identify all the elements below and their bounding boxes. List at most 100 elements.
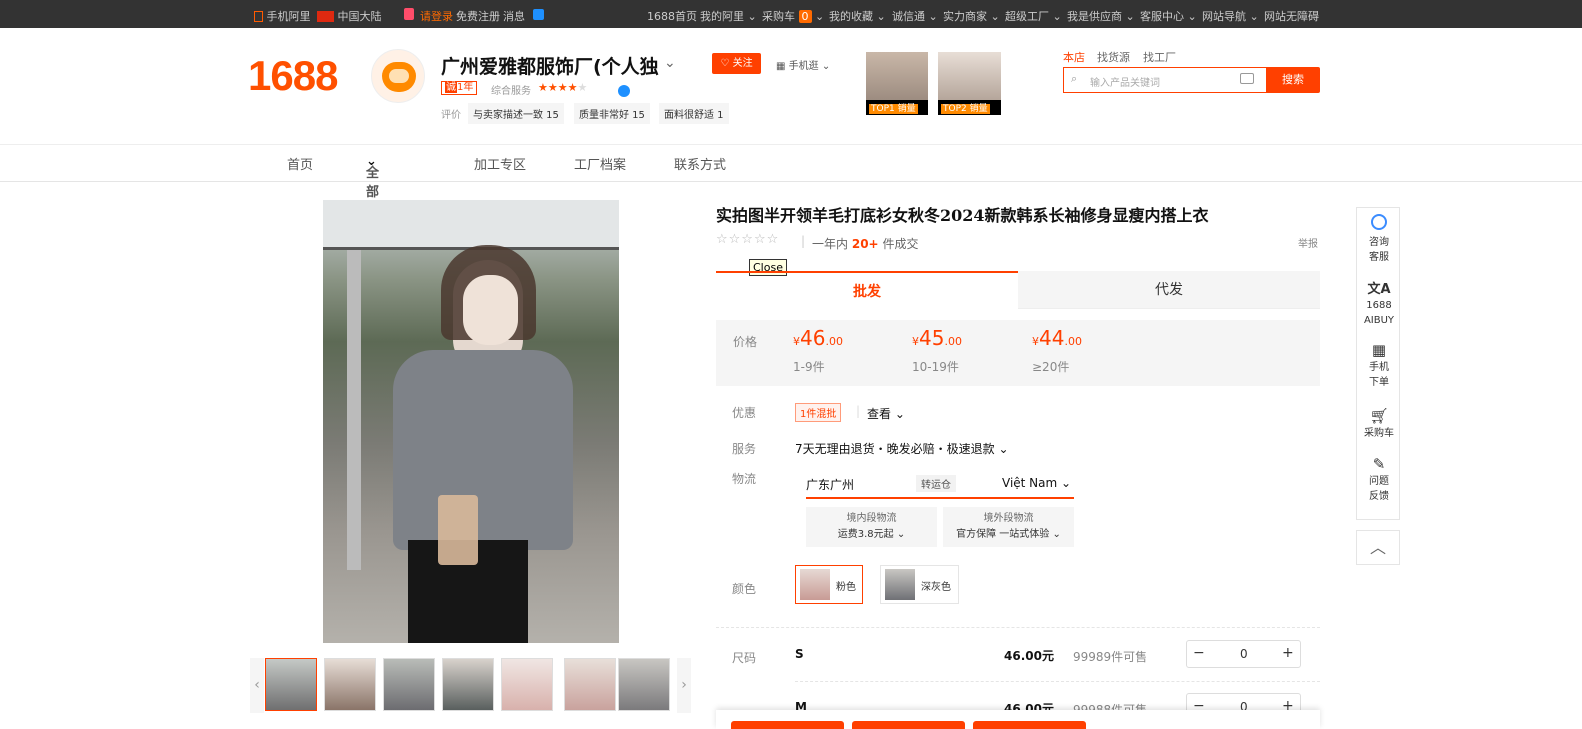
- my-alibaba-link[interactable]: 我的阿里 ⌄: [700, 8, 757, 24]
- size-label: 尺码: [732, 651, 757, 665]
- thumbnail-image[interactable]: [501, 658, 553, 711]
- price-range: 10-19件: [912, 360, 959, 374]
- cart-link[interactable]: 采购车 0 ⌄: [762, 8, 824, 24]
- search-button[interactable]: 搜索: [1266, 67, 1320, 93]
- customer-service-button[interactable]: 咨询客服: [1357, 214, 1401, 265]
- nav-processing[interactable]: 加工专区: [474, 154, 526, 173]
- qr-code-icon: ▦: [1371, 341, 1387, 359]
- follow-button[interactable]: ♡ 关注: [712, 53, 761, 74]
- tab-dropship[interactable]: 代发: [1018, 271, 1320, 309]
- quantity-value[interactable]: 0: [1240, 647, 1248, 661]
- tab-wholesale[interactable]: 批发: [716, 271, 1018, 309]
- service-text[interactable]: 7天无理由退货・晚发必赔・极速退款 ⌄: [795, 440, 1009, 457]
- feedback-button[interactable]: ✎ 问题反馈: [1357, 457, 1401, 504]
- divider: |: [856, 404, 861, 418]
- color-option-pink[interactable]: 粉色: [795, 565, 863, 604]
- thumbnail-image[interactable]: [265, 658, 317, 711]
- review-label: 评价: [441, 110, 461, 121]
- action-button[interactable]: [731, 721, 844, 729]
- shop-header: 1688 广州爱雅都服饰厂(个人独 ⌄ 诚1年 综合服务 ★★★★★ 评价 与卖…: [0, 28, 1582, 145]
- price-tier: ¥44.00: [1032, 326, 1082, 350]
- report-link[interactable]: 举报: [1298, 235, 1318, 250]
- promo-label: 优惠: [732, 406, 757, 420]
- thumbnail-image[interactable]: [442, 658, 494, 711]
- chengxintong-link[interactable]: 诚信通 ⌄: [892, 8, 938, 24]
- mobile-browse-link[interactable]: ▦ 手机逛 ⌄: [776, 57, 830, 72]
- top-product-image[interactable]: TOP2 销量: [938, 52, 1001, 115]
- chat-icon: [533, 9, 544, 20]
- shop-nav: 首页 全部商品 ⌄ 加工专区 工厂档案 联系方式: [0, 146, 1582, 238]
- price-tier: ¥45.00: [912, 326, 962, 350]
- thumbnail-image[interactable]: [383, 658, 435, 711]
- site-logo[interactable]: 1688: [248, 52, 338, 100]
- years-badge: 诚1年: [441, 81, 478, 95]
- product-main-image[interactable]: [323, 200, 619, 643]
- action-button[interactable]: [973, 721, 1086, 729]
- domestic-shipping[interactable]: 境内段物流 运费3.8元起 ⌄: [806, 507, 937, 547]
- thumbnail-image[interactable]: [564, 658, 616, 711]
- ship-to-selector[interactable]: Việt Nam ⌄: [1002, 476, 1071, 490]
- search-input[interactable]: ⌕ 输入产品关键词: [1063, 67, 1266, 93]
- logistics-label: 物流: [732, 472, 757, 486]
- price-label: 价格: [733, 335, 758, 349]
- nav-home[interactable]: 首页: [287, 154, 313, 173]
- search-tab-source[interactable]: 找货源: [1097, 49, 1130, 65]
- color-option-dark-grey[interactable]: 深灰色: [880, 565, 959, 604]
- plus-icon[interactable]: +: [1282, 645, 1294, 661]
- rating-stars: ☆☆☆☆☆: [716, 232, 780, 247]
- cart-icon: 🛒︎: [1369, 407, 1389, 425]
- super-factory-link[interactable]: 超级工厂 ⌄: [1005, 8, 1062, 24]
- shop-name[interactable]: 广州爱雅都服饰厂(个人独: [441, 52, 659, 79]
- logistics-route: 广东广州 转运仓 Việt Nam ⌄: [806, 474, 1074, 499]
- shop-avatar[interactable]: [371, 49, 425, 103]
- translate-icon: 文A: [1367, 282, 1391, 297]
- price-range: ≥20件: [1032, 360, 1070, 374]
- login-link[interactable]: 请登录: [420, 8, 453, 24]
- service-center-link[interactable]: 客服中心 ⌄: [1140, 8, 1197, 24]
- edit-icon: ✎: [1372, 455, 1386, 473]
- overseas-shipping[interactable]: 境外段物流 官方保障 一站式体验 ⌄: [943, 507, 1074, 547]
- top-bar: 手机阿里 中国大陆 请登录 免费注册 消息 1688首页 我的阿里 ⌄ 采购车 …: [0, 0, 1582, 28]
- product-title: 实拍图半开领羊毛打底衫女秋冬2024新款韩系长袖修身显瘦内搭上衣: [716, 206, 1209, 225]
- mobile-order-button[interactable]: ▦ 手机下单: [1357, 343, 1401, 390]
- chevron-down-icon[interactable]: ⌄: [664, 55, 676, 71]
- nav-all-products[interactable]: 全部商品 ⌄: [366, 154, 379, 238]
- search-tab-factory[interactable]: 找工厂: [1143, 49, 1176, 65]
- nav-contact[interactable]: 联系方式: [674, 154, 726, 173]
- thumbnail-strip: ‹ ›: [250, 658, 692, 713]
- nav-factory-profile[interactable]: 工厂档案: [574, 154, 626, 173]
- price-tier: ¥46.00: [793, 326, 843, 350]
- favorites-link[interactable]: 我的收藏 ⌄: [829, 8, 886, 24]
- action-button[interactable]: [852, 721, 965, 729]
- site-nav-link[interactable]: 网站导航 ⌄: [1202, 8, 1259, 24]
- camera-icon[interactable]: [1240, 73, 1254, 84]
- messages-link[interactable]: 消息: [503, 8, 525, 24]
- thumbnail-prev-button[interactable]: ‹: [250, 658, 264, 713]
- mobile-link[interactable]: 手机阿里: [254, 8, 311, 24]
- strong-merchant-link[interactable]: 实力商家 ⌄: [943, 8, 1000, 24]
- thumbnail-image[interactable]: [618, 658, 670, 711]
- review-tag: 与卖家描述一致 15: [468, 103, 564, 124]
- ship-from[interactable]: 广东广州: [806, 476, 854, 493]
- service-label: 服务: [732, 442, 757, 456]
- thumbnail-next-button[interactable]: ›: [677, 658, 691, 713]
- register-link[interactable]: 免费注册: [456, 8, 500, 24]
- top-product-image[interactable]: TOP1 销量: [866, 52, 928, 115]
- quantity-stepper[interactable]: − 0 +: [1186, 640, 1301, 668]
- qr-icon: ▦: [776, 61, 786, 72]
- search-tab-this-shop[interactable]: 本店: [1063, 49, 1085, 65]
- verified-icon: [618, 85, 630, 97]
- cart-button[interactable]: 🛒︎ 采购车: [1357, 409, 1401, 441]
- back-to-top-button[interactable]: ︿: [1356, 530, 1400, 565]
- aibuy-button[interactable]: 文A 1688 AIBUY: [1357, 282, 1401, 328]
- sales-info: 一年内 20+ 件成交: [812, 237, 919, 251]
- accessibility-link[interactable]: 网站无障碍: [1264, 8, 1319, 24]
- minus-icon[interactable]: −: [1193, 645, 1205, 661]
- thumbnail-image[interactable]: [324, 658, 376, 711]
- divider: [716, 627, 1320, 628]
- nav-home-link[interactable]: 1688首页: [647, 8, 697, 24]
- promo-tag: 1件混批: [795, 403, 842, 422]
- promo-view-link[interactable]: 查看 ⌄: [867, 405, 905, 422]
- region-selector[interactable]: 中国大陆: [317, 8, 382, 24]
- supplier-link[interactable]: 我是供应商 ⌄: [1067, 8, 1135, 24]
